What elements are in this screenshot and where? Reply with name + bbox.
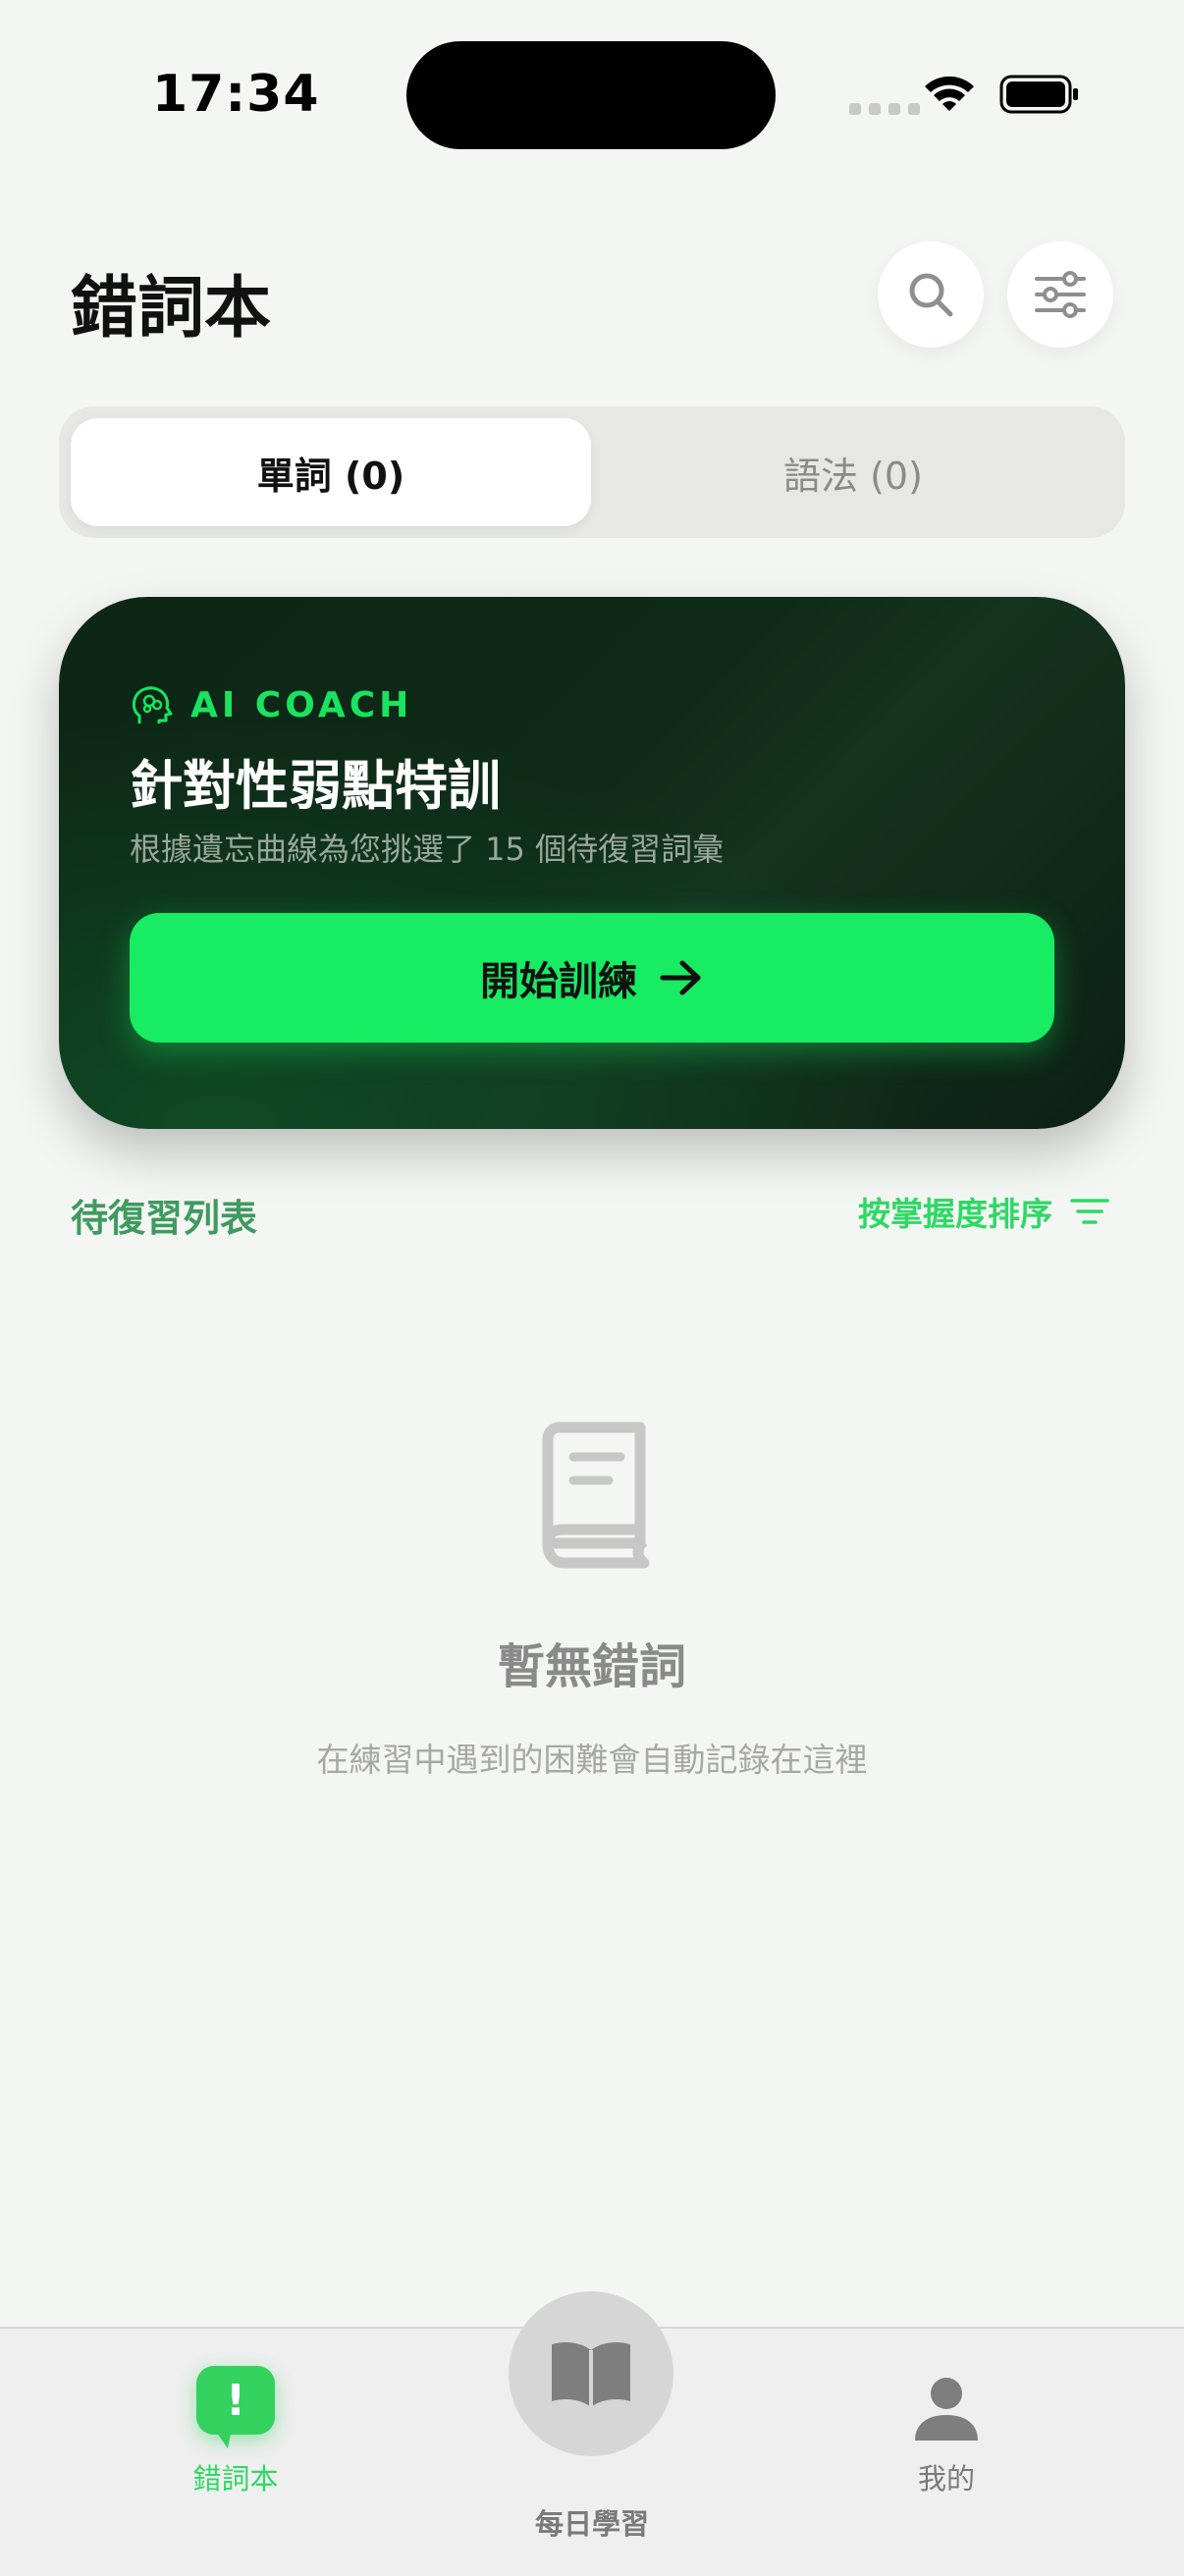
start-training-button[interactable]: 開始訓練 — [130, 913, 1054, 1043]
sort-label: 按掌握度排序 — [858, 1195, 1052, 1233]
coach-card-subtitle: 根據遺忘曲線為您挑選了 15 個待復習詞彙 — [130, 831, 725, 868]
sort-lines-icon — [1070, 1199, 1109, 1224]
tab-grammar[interactable]: 語法 (0) — [593, 418, 1113, 526]
tab-wrong-words-label[interactable]: 錯詞本 — [147, 2456, 324, 2497]
cellular-signal-icon — [849, 103, 920, 115]
ai-coach-label: AI COACH — [190, 685, 413, 725]
brain-head-icon — [130, 684, 173, 731]
tab-words[interactable]: 單詞 (0) — [71, 418, 591, 526]
filter-button[interactable] — [1007, 242, 1113, 348]
sort-by-mastery-button[interactable]: 按掌握度排序 — [858, 1188, 1109, 1235]
start-training-label: 開始訓練 — [480, 959, 637, 1004]
coach-card-title: 針對性弱點特訓 — [130, 755, 501, 817]
tab-daily-study-label[interactable]: 每日學習 — [491, 2501, 693, 2543]
page-title: 錯詞本 — [71, 270, 272, 348]
wifi-icon — [923, 73, 976, 116]
bubble-tail — [214, 2429, 232, 2448]
arrow-right-icon — [660, 960, 701, 995]
search-button[interactable] — [878, 242, 984, 348]
dynamic-island — [406, 41, 776, 149]
daily-study-button[interactable] — [509, 2291, 673, 2456]
open-book-icon — [552, 2342, 630, 2407]
status-time: 17:34 — [152, 65, 320, 124]
book-icon — [530, 1422, 654, 1577]
review-list-title: 待復習列表 — [71, 1197, 258, 1240]
search-icon — [909, 273, 953, 317]
empty-state-subtitle: 在練習中遇到的困難會自動記錄在這裡 — [316, 1741, 868, 1779]
battery-icon — [999, 73, 1080, 120]
exclamation-bubble-icon[interactable]: ! — [196, 2366, 275, 2435]
person-icon[interactable] — [911, 2374, 982, 2446]
empty-state-title: 暫無錯詞 — [497, 1639, 686, 1694]
sliders-icon — [1035, 271, 1086, 318]
tab-profile-label[interactable]: 我的 — [858, 2456, 1035, 2497]
